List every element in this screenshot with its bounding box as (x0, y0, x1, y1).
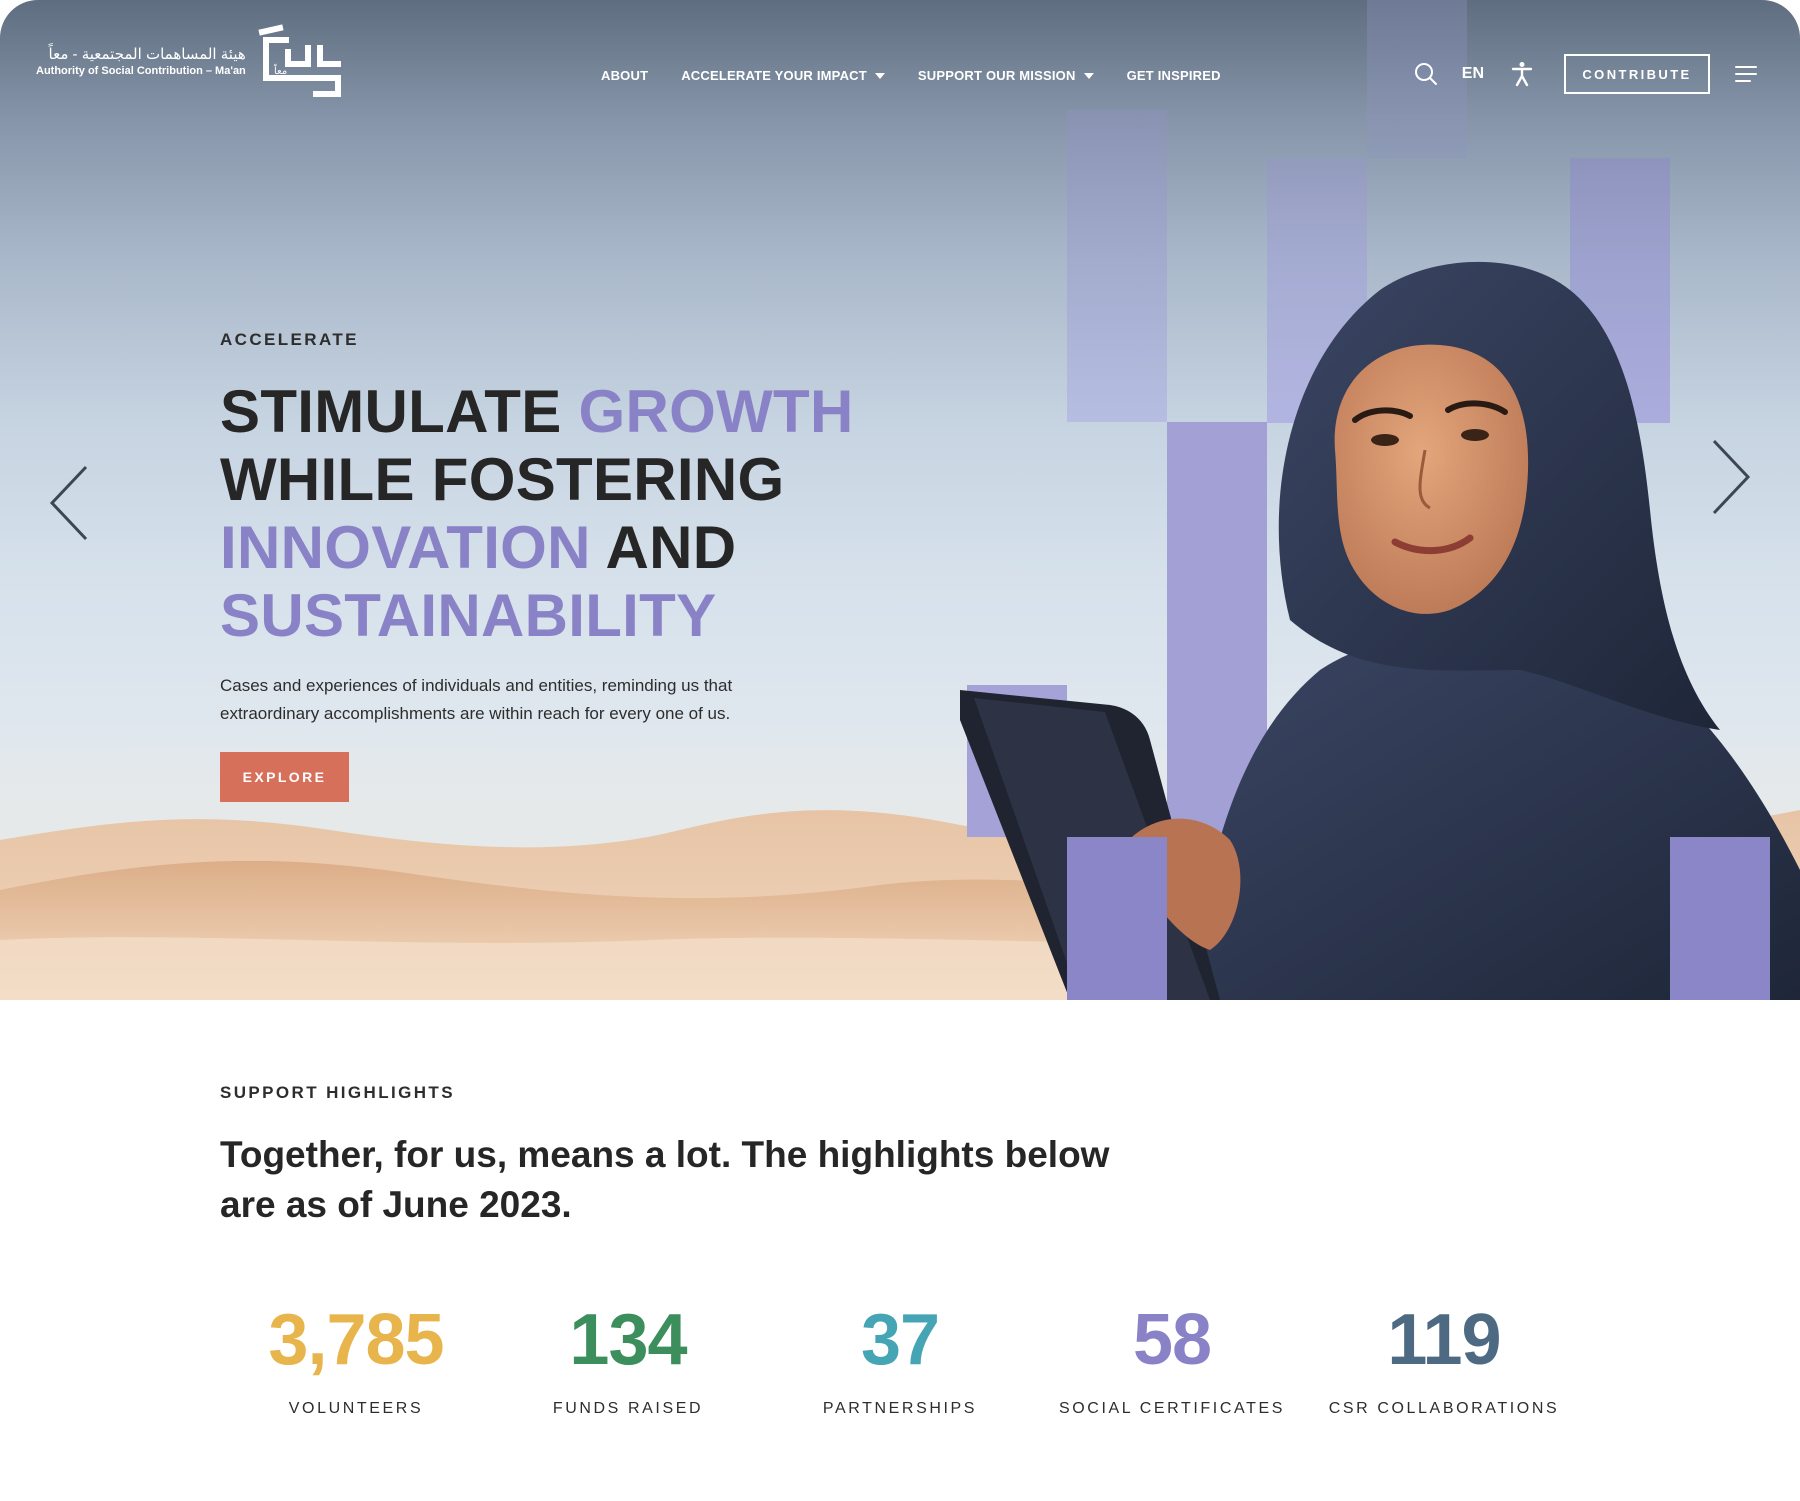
headline-part: AND (590, 514, 737, 581)
stat-label: VOLUNTEERS (288, 1400, 424, 1417)
maan-logo-mark-icon: معاً (258, 24, 341, 97)
stat-label: SOCIAL CERTIFICATES (1058, 1400, 1286, 1417)
brand-name-arabic: هيئة المساهمات المجتمعية - معاً (48, 45, 246, 63)
hero-banner: هيئة المساهمات المجتمعية - معاً Authorit… (0, 0, 1800, 1000)
page: هيئة المساهمات المجتمعية - معاً Authorit… (0, 0, 1800, 1501)
chevron-right-icon[interactable] (1706, 437, 1756, 517)
decor-block (1067, 837, 1167, 1000)
stat-value: 134 (569, 1300, 687, 1380)
hero-description: Cases and experiences of individuals and… (220, 676, 733, 723)
stat-csr-collaborations: 119 CSR COLLABORATIONS (1308, 1300, 1580, 1418)
headline-highlight: GROWTH (578, 378, 854, 445)
hero-eyebrow: ACCELERATE (220, 330, 359, 349)
decor-block (1670, 837, 1770, 1000)
stat-value: 119 (1387, 1300, 1501, 1380)
stat-social-certificates: 58 SOCIAL CERTIFICATES (1036, 1300, 1308, 1418)
nav-item-about[interactable]: ABOUT (601, 68, 648, 83)
stat-label: CSR COLLABORATIONS (1328, 1400, 1560, 1417)
explore-button[interactable]: EXPLORE (220, 752, 349, 802)
headline-highlight: SUSTAINABILITY (220, 582, 717, 649)
brand-logo[interactable]: هيئة المساهمات المجتمعية - معاً Authorit… (36, 24, 344, 100)
stat-value: 37 (860, 1300, 940, 1380)
stat-value: 3,785 (268, 1300, 444, 1380)
stat-volunteers: 3,785 VOLUNTEERS (220, 1300, 492, 1418)
nav-item-accelerate-your-impact[interactable]: ACCELERATE YOUR IMPACT (681, 68, 885, 83)
brand-name-english: Authority of Social Contribution – Ma'an (36, 64, 246, 77)
headline-highlight: INNOVATION (220, 514, 591, 581)
accessibility-icon[interactable] (1508, 60, 1536, 88)
headline-part: STIMULATE (220, 378, 579, 445)
menu-icon[interactable] (1732, 60, 1760, 88)
stat-label: PARTNERSHIPS (822, 1400, 978, 1417)
hero-headline: STIMULATE GROWTH WHILE FOSTERING INNOVAT… (220, 378, 854, 650)
main-nav: ABOUT ACCELERATE YOUR IMPACT SUPPORT OUR… (601, 68, 1221, 83)
nav-item-label: SUPPORT OUR MISSION (917, 68, 1076, 83)
language-switch[interactable]: EN (1462, 65, 1484, 83)
stats-row: 3,785 VOLUNTEERS 134 FUNDS RAISED 37 PAR… (220, 1300, 1580, 1418)
nav-item-label: GET INSPIRED (1126, 68, 1221, 83)
headline-part: WHILE FOSTERING (220, 446, 785, 513)
stat-value: 58 (1132, 1300, 1212, 1380)
highlights-title: Together, for us, means a lot. The highl… (220, 1134, 1110, 1225)
header-actions: EN CONTRIBUTE (1412, 54, 1760, 94)
nav-item-support-our-mission[interactable]: SUPPORT OUR MISSION (918, 68, 1094, 83)
nav-item-get-inspired[interactable]: GET INSPIRED (1127, 68, 1221, 83)
search-icon[interactable] (1412, 60, 1440, 88)
brand-logo-text: هيئة المساهمات المجتمعية - معاً Authorit… (36, 46, 246, 79)
stat-partnerships: 37 PARTNERSHIPS (764, 1300, 1036, 1418)
stat-funds-raised: 134 FUNDS RAISED (492, 1300, 764, 1418)
highlights-eyebrow: SUPPORT HIGHLIGHTS (220, 1083, 455, 1102)
chevron-left-icon[interactable] (44, 463, 94, 543)
caret-down-icon (1083, 72, 1094, 79)
nav-item-label: ACCELERATE YOUR IMPACT (681, 68, 867, 83)
stat-label: FUNDS RAISED (552, 1400, 704, 1417)
caret-down-icon (874, 72, 885, 79)
contribute-button[interactable]: CONTRIBUTE (1564, 54, 1710, 94)
nav-item-label: ABOUT (601, 68, 649, 83)
